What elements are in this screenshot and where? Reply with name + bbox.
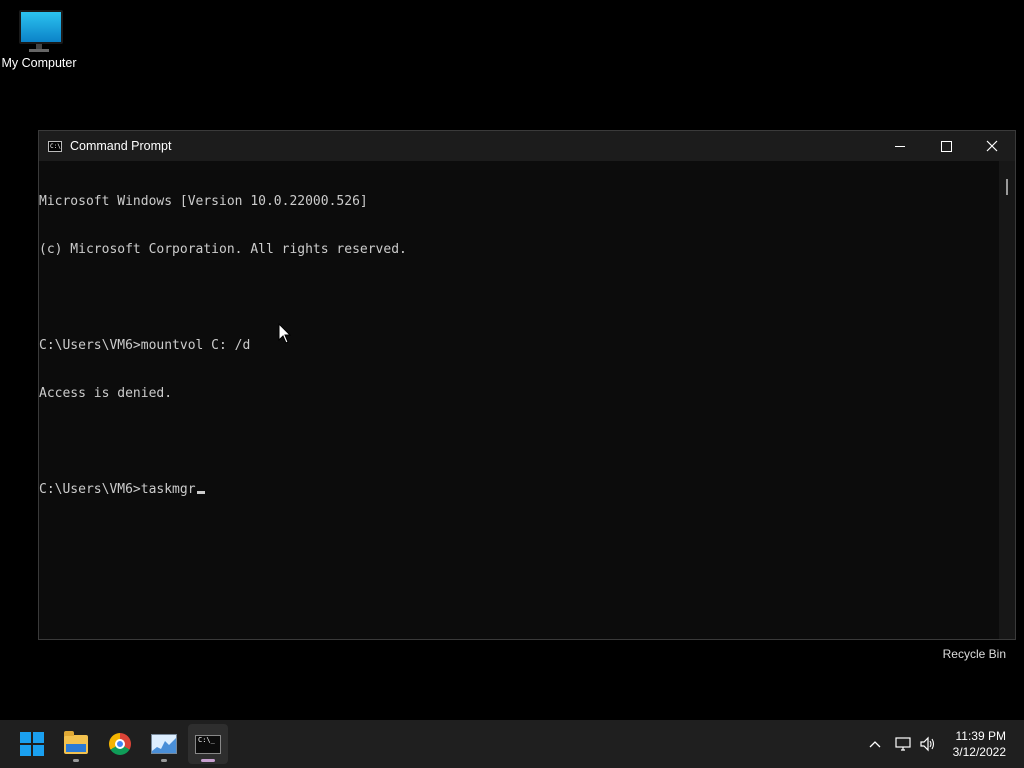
console-output[interactable]: Microsoft Windows [Version 10.0.22000.52… [39, 161, 999, 639]
computer-icon [17, 8, 63, 52]
cmd-icon: C:\ [48, 140, 62, 152]
close-button[interactable] [969, 131, 1015, 161]
maximize-button[interactable] [923, 131, 969, 161]
system-clock[interactable]: 11:39 PM 3/12/2022 [953, 728, 1006, 760]
recycle-bin-label: Recycle Bin [942, 647, 1006, 661]
chrome-icon [109, 733, 131, 755]
perfmon-icon [151, 734, 177, 754]
minimize-button[interactable] [877, 131, 923, 161]
close-icon [986, 140, 998, 152]
console-line: (c) Microsoft Corporation. All rights re… [39, 242, 407, 257]
clock-time: 11:39 PM [955, 729, 1006, 743]
desktop-icon-recycle-bin[interactable]: Recycle Bin [943, 647, 1006, 661]
speaker-icon [920, 736, 935, 752]
window-title: Command Prompt [70, 139, 172, 153]
maximize-icon [940, 140, 952, 152]
mouse-pointer-icon [278, 323, 292, 344]
vertical-scrollbar[interactable] [999, 161, 1015, 639]
taskbar-chrome[interactable] [100, 724, 140, 764]
console-input: C:\Users\VM6>taskmgr [39, 482, 196, 497]
taskbar-command-prompt[interactable]: C:\_ [188, 724, 228, 764]
minimize-icon [895, 145, 905, 147]
taskbar-file-explorer[interactable] [56, 724, 96, 764]
clock-date: 3/12/2022 [952, 745, 1006, 759]
text-cursor [196, 491, 205, 494]
taskbar-performance-monitor[interactable] [144, 724, 184, 764]
console-line: Microsoft Windows [Version 10.0.22000.52… [39, 194, 368, 209]
terminal-icon: C:\_ [195, 734, 221, 754]
volume-button[interactable] [917, 720, 939, 768]
title-bar[interactable]: C:\ Command Prompt [39, 131, 1015, 161]
console-line: C:\Users\VM6>mountvol C: /d [39, 338, 251, 353]
taskbar: C:\_ 11:39 PM 3/12/2022 [0, 720, 1024, 768]
network-button[interactable] [892, 720, 914, 768]
console-prompt-line[interactable]: C:\Users\VM6>taskmgr [39, 482, 999, 498]
show-hidden-icons-button[interactable] [864, 720, 886, 768]
desktop-icon-my-computer[interactable]: My Computer [0, 8, 78, 70]
chevron-up-icon [869, 741, 881, 748]
folder-icon [64, 730, 88, 754]
console-line: Access is denied. [39, 386, 173, 401]
windows-logo-icon [20, 732, 44, 756]
start-button[interactable] [12, 724, 52, 764]
desktop-icon-label: My Computer [1, 56, 77, 70]
network-icon [895, 737, 911, 751]
scrollbar-thumb[interactable] [1006, 179, 1008, 195]
command-prompt-window[interactable]: C:\ Command Prompt Microsoft Windows [Ve… [38, 130, 1016, 640]
